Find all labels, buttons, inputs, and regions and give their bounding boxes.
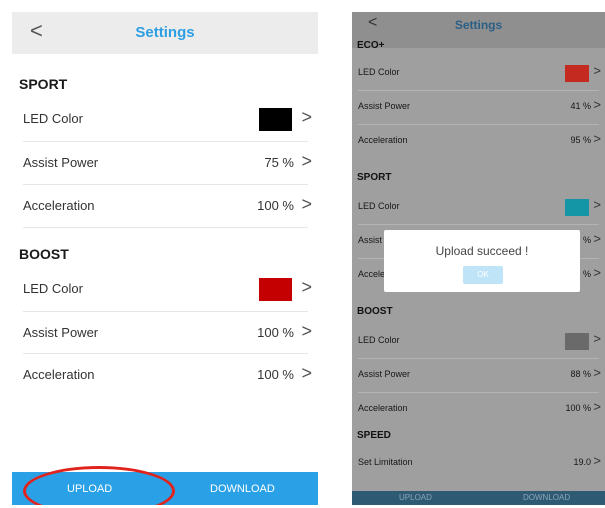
chevron-right-icon: > [593, 97, 601, 112]
section-title-sport: SPORT [19, 76, 68, 92]
chevron-right-icon: > [593, 197, 601, 212]
chevron-right-icon: > [593, 453, 601, 468]
chevron-right-icon: > [301, 151, 312, 171]
row-value: 100 % [565, 403, 591, 413]
chevron-right-icon: > [301, 194, 312, 214]
ok-button[interactable]: OK [463, 266, 503, 284]
ecoplus-led-color-row[interactable]: LED Color > [352, 56, 605, 90]
section-title-boost: BOOST [19, 246, 69, 262]
ecoplus-acceleration-row[interactable]: Acceleration 95 % > [352, 124, 605, 158]
chevron-right-icon: > [593, 63, 601, 78]
chevron-right-icon: > [593, 331, 601, 346]
row-label: Accele [358, 269, 386, 279]
row-label: LED Color [23, 111, 83, 126]
sport-led-color-row[interactable]: LED Color > [352, 190, 605, 224]
chevron-right-icon: > [593, 265, 601, 280]
row-label: Assist Power [358, 101, 411, 111]
led-color-swatch [565, 65, 589, 82]
chevron-right-icon: > [301, 277, 312, 297]
boost-led-color-row[interactable]: LED Color > [12, 268, 318, 310]
row-label: Acceleration [23, 198, 95, 213]
row-value: 41 % [570, 101, 591, 111]
chevron-right-icon: > [301, 321, 312, 341]
boost-led-color-row[interactable]: LED Color > [352, 324, 605, 358]
section-title-eco-plus: ECO+ [357, 40, 385, 51]
boost-assist-power-row[interactable]: Assist Power 100 % > [12, 312, 318, 354]
chevron-right-icon: > [593, 231, 601, 246]
led-color-swatch [259, 108, 292, 131]
row-label: Assist Power [23, 325, 99, 340]
upload-button[interactable]: UPLOAD [399, 493, 432, 502]
row-value: % [582, 235, 591, 245]
dialog-message: Upload succeed ! [435, 244, 529, 258]
chevron-right-icon: > [593, 365, 601, 380]
settings-screen-dimmed: < Settings ECO+ LED Color > Assist Power… [352, 12, 605, 505]
row-value: 88 % [570, 369, 591, 379]
section-title-sport: SPORT [357, 172, 392, 183]
led-color-swatch [565, 333, 589, 350]
boost-acceleration-row[interactable]: Acceleration 100 % > [12, 354, 318, 396]
row-label: Assist Power [23, 155, 99, 170]
row-label: Assist [358, 235, 383, 245]
section-title-boost: BOOST [357, 306, 393, 317]
bottom-action-bar: UPLOAD DOWNLOAD [352, 491, 605, 505]
row-label: LED Color [23, 281, 83, 296]
row-label: LED Color [358, 67, 400, 77]
upload-success-dialog: Upload succeed ! OK [384, 230, 580, 292]
row-label: Set Limitation [358, 457, 413, 467]
row-label: Acceleration [358, 403, 408, 413]
speed-limit-row[interactable]: Set Limitation 19.0 > [352, 446, 605, 480]
sport-assist-power-row[interactable]: Assist Power 75 % > [12, 142, 318, 184]
row-value: 19.0 [573, 457, 591, 467]
boost-acceleration-row[interactable]: Acceleration 100 % > [352, 392, 605, 426]
row-value: 75 % [264, 155, 294, 170]
sport-led-color-row[interactable]: LED Color > [12, 98, 318, 140]
chevron-right-icon: > [593, 399, 601, 414]
row-value: 100 % [257, 198, 294, 213]
led-color-swatch [565, 199, 589, 216]
download-button[interactable]: DOWNLOAD [210, 483, 275, 495]
ecoplus-assist-power-row[interactable]: Assist Power 41 % > [352, 90, 605, 124]
led-color-swatch [259, 278, 292, 301]
chevron-right-icon: > [301, 107, 312, 127]
row-label: Acceleration [358, 135, 408, 145]
row-label: LED Color [358, 201, 400, 211]
row-label: LED Color [358, 335, 400, 345]
header-bar: < Settings [12, 12, 318, 54]
chevron-right-icon: > [593, 131, 601, 146]
settings-list: SPORT LED Color > Assist Power 75 % > Ac… [12, 54, 318, 472]
header-bar: < Settings [352, 12, 605, 48]
row-value: 100 % [257, 325, 294, 340]
page-title: Settings [135, 24, 195, 41]
divider [23, 227, 308, 228]
row-value: 100 % [257, 367, 294, 382]
page-title: Settings [454, 18, 503, 32]
settings-screen: < Settings SPORT LED Color > Assist Powe… [12, 12, 318, 505]
row-label: Assist Power [358, 369, 411, 379]
chevron-right-icon: > [301, 363, 312, 383]
download-button[interactable]: DOWNLOAD [523, 493, 570, 502]
row-value: % [582, 269, 591, 279]
section-title-speed: SPEED [357, 430, 391, 441]
row-label: Acceleration [23, 367, 95, 382]
row-value: 95 % [570, 135, 591, 145]
boost-assist-power-row[interactable]: Assist Power 88 % > [352, 358, 605, 392]
sport-acceleration-row[interactable]: Acceleration 100 % > [12, 185, 318, 227]
